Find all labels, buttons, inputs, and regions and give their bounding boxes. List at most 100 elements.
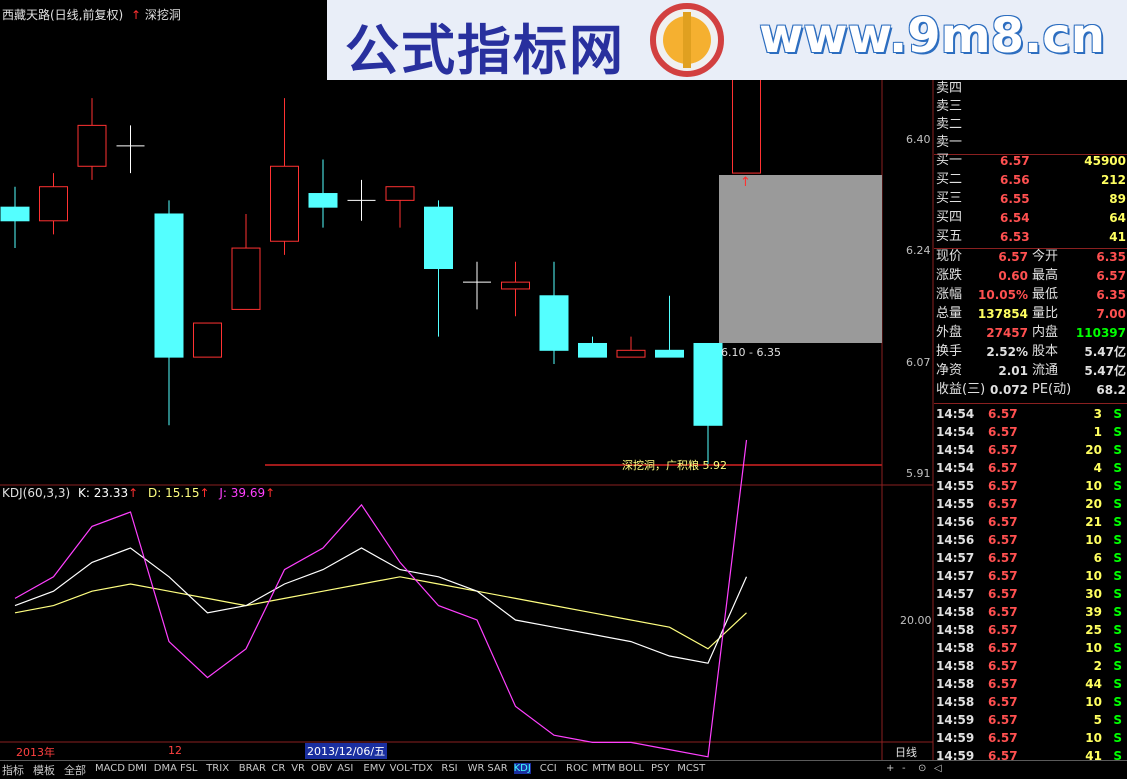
tab-vr[interactable]: VR — [291, 763, 305, 774]
tab-mcst[interactable]: MCST — [677, 763, 705, 774]
tick-volume: 3 — [1093, 407, 1102, 421]
tab-vol-tdx[interactable]: VOL-TDX — [390, 763, 433, 774]
bid-price: 6.57 — [1000, 154, 1030, 168]
tick-volume: 25 — [1085, 623, 1102, 637]
tab-cr[interactable]: CR — [271, 763, 285, 774]
tab-asi[interactable]: ASI — [337, 763, 353, 774]
tab-trix[interactable]: TRIX — [206, 763, 229, 774]
price-tick: 6.07 — [906, 356, 931, 369]
tick-side: S — [1113, 659, 1122, 673]
tick-side: S — [1113, 623, 1122, 637]
candle-body — [39, 186, 68, 222]
price-tick: 6.24 — [906, 244, 931, 257]
quote-label: 最高 — [1032, 268, 1059, 283]
chart-control-button[interactable]: + — [886, 763, 894, 774]
tick-row: 14:57 6.57 30 S — [936, 585, 1126, 603]
tab-kdj[interactable]: KDJ — [513, 763, 531, 774]
tick-side: S — [1113, 641, 1122, 655]
chart-control-button[interactable]: ⊙ — [918, 763, 926, 774]
candlestick-series — [0, 22, 761, 467]
bid-price: 6.54 — [1000, 211, 1030, 225]
tab-dmi[interactable]: DMI — [128, 763, 147, 774]
indicator-name[interactable]: 深挖洞 — [145, 8, 181, 22]
indicator-tab-bar: 指标 模板 全部 MACD DMI DMA FSL TRIX BRAR CR VR OBV ASI EMV… — [0, 760, 1127, 779]
tick-volume: 10 — [1085, 695, 1102, 709]
bid-row[interactable]: 买三 6.55 89 — [936, 190, 1126, 208]
quote-label: 收益(三) — [936, 382, 986, 397]
tick-volume: 30 — [1085, 587, 1102, 601]
price-tick: 5.91 — [906, 467, 931, 480]
tab-mtm[interactable]: MTM — [592, 763, 615, 774]
chart-control-button[interactable]: ◁ — [934, 763, 942, 774]
tick-price: 6.57 — [988, 515, 1018, 529]
tab-psy[interactable]: PSY — [651, 763, 670, 774]
tab-dma[interactable]: DMA — [154, 763, 177, 774]
quote-row: 现价 6.57 今开 6.35 — [936, 248, 1126, 266]
kdj-label[interactable]: KDJ(60,3,3) — [2, 486, 70, 500]
ask-row[interactable]: 卖四 — [936, 80, 1126, 98]
quote-value: 2.01 — [998, 364, 1028, 378]
ask-row[interactable]: 卖三 — [936, 98, 1126, 116]
quote-row: 收益(三) 0.072 PE(动) 68.2 — [936, 381, 1126, 399]
tick-row: 14:58 6.57 39 S — [936, 603, 1126, 621]
tick-price: 6.57 — [988, 659, 1018, 673]
bid-volume: 212 — [1100, 173, 1126, 187]
tab-rsi[interactable]: RSI — [441, 763, 457, 774]
tick-side: S — [1113, 515, 1122, 529]
tick-row: 14:58 6.57 2 S — [936, 657, 1126, 675]
tick-time: 14:54 — [936, 425, 975, 439]
kdj-k-line — [14, 547, 748, 664]
tick-volume: 21 — [1085, 515, 1102, 529]
tick-time: 14:58 — [936, 605, 975, 619]
tab-fsl[interactable]: FSL — [180, 763, 198, 774]
quote-label: 现价 — [936, 249, 963, 264]
tick-volume: 20 — [1085, 497, 1102, 511]
indicator-arrow: ↑ — [131, 8, 142, 22]
tick-row: 14:57 6.57 6 S — [936, 549, 1126, 567]
chart-control-button[interactable]: - — [902, 763, 906, 774]
tab-brar[interactable]: BRAR — [239, 763, 266, 774]
tick-row: 14:56 6.57 10 S — [936, 531, 1126, 549]
tab-模板[interactable]: 模板 — [33, 762, 55, 778]
ask-row[interactable]: 卖一 — [936, 134, 1126, 152]
quote-value: 110397 — [1075, 326, 1126, 340]
ask-row[interactable]: 卖二 — [936, 116, 1126, 134]
tick-price: 6.57 — [988, 569, 1018, 583]
tick-row: 14:59 6.57 10 S — [936, 729, 1126, 747]
price-tick: 6.40 — [906, 133, 931, 146]
quote-row: 涨跌 0.60 最高 6.57 — [936, 267, 1126, 285]
stock-title[interactable]: 西藏天路(日线,前复权) — [2, 8, 123, 22]
range-box — [719, 175, 882, 343]
watermark-logo-icon — [650, 3, 724, 77]
tab-obv[interactable]: OBV — [311, 763, 332, 774]
tab-cci[interactable]: CCI — [540, 763, 557, 774]
tick-side: S — [1113, 587, 1122, 601]
tab-boll[interactable]: BOLL — [618, 763, 644, 774]
tab-roc[interactable]: ROC — [566, 763, 588, 774]
tab-emv[interactable]: EMV — [363, 763, 385, 774]
tick-time: 14:55 — [936, 497, 975, 511]
tick-row: 14:55 6.57 10 S — [936, 477, 1126, 495]
bid-row[interactable]: 买五 6.53 41 — [936, 228, 1126, 246]
tab-macd[interactable]: MACD — [95, 763, 125, 774]
kdj-d-value: D: 15.15 — [148, 486, 200, 500]
tick-row: 14:54 6.57 1 S — [936, 423, 1126, 441]
tick-side: S — [1113, 731, 1122, 745]
bid-row[interactable]: 买二 6.56 212 — [936, 171, 1126, 189]
limit-up-arrow: ↑ — [740, 175, 751, 190]
tick-price: 6.57 — [988, 731, 1018, 745]
tick-price: 6.57 — [988, 497, 1018, 511]
tab-指标[interactable]: 指标 — [2, 762, 24, 778]
tab-全部[interactable]: 全部 — [64, 762, 86, 778]
chart-header: 西藏天路(日线,前复权) ↑ 深挖洞 — [2, 6, 181, 23]
quote-row: 换手 2.52% 股本 5.47亿 — [936, 343, 1126, 361]
period-label[interactable]: 日线 — [895, 744, 917, 760]
quote-value: 27457 — [986, 326, 1028, 340]
tick-side: S — [1113, 425, 1122, 439]
tick-side: S — [1113, 551, 1122, 565]
tab-wr[interactable]: WR — [468, 763, 485, 774]
bid-row[interactable]: 买一 6.57 45900 — [936, 152, 1126, 170]
tick-price: 6.57 — [988, 695, 1018, 709]
tab-sar[interactable]: SAR — [487, 763, 507, 774]
bid-row[interactable]: 买四 6.54 64 — [936, 209, 1126, 227]
